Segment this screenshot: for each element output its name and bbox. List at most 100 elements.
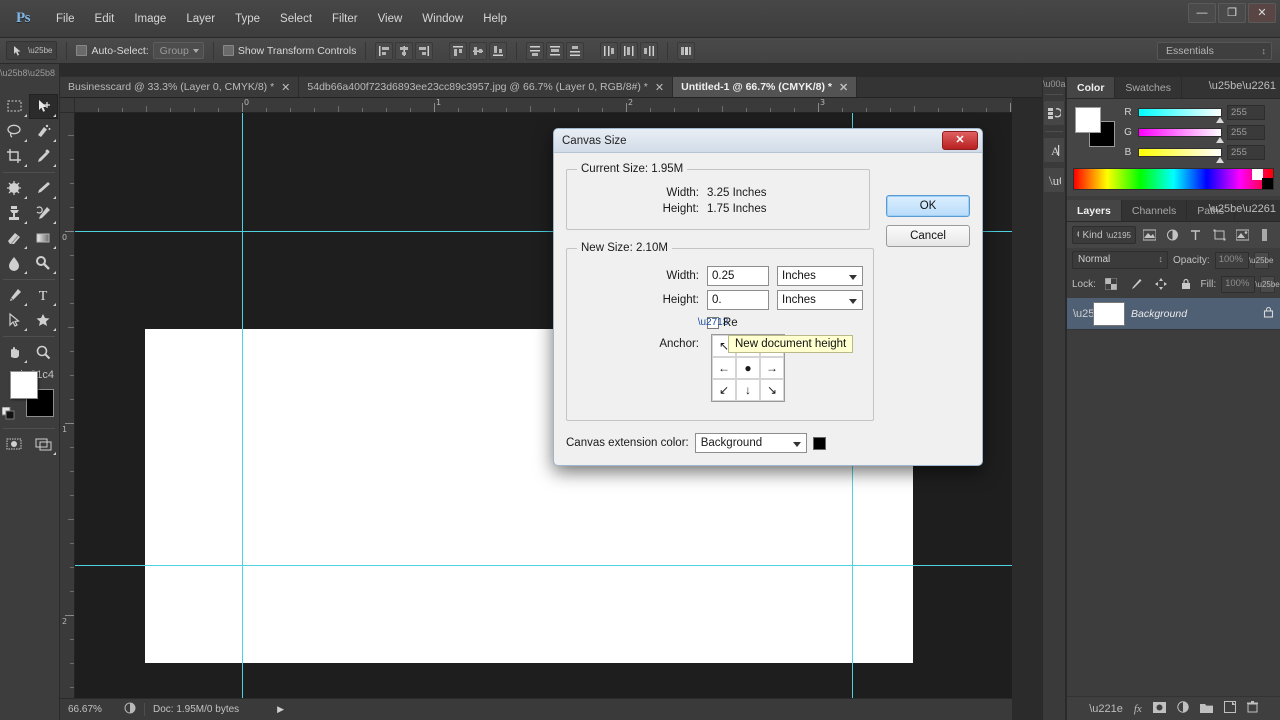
lock-transparent-pixels-icon[interactable]	[1101, 275, 1121, 293]
opacity-dropdown-icon[interactable]: \u25be	[1249, 251, 1273, 269]
anchor-bottom-left[interactable]: ↙	[712, 379, 736, 401]
tab-layers[interactable]: Layers	[1067, 200, 1122, 221]
dodge-tool[interactable]	[29, 251, 58, 276]
document-tab-jpg[interactable]: 54db66a400f723d6893ee23cc89c3957.jpg @ 6…	[299, 76, 674, 97]
eye-icon[interactable]: \u25c9	[1073, 308, 1106, 320]
link-layers-icon[interactable]: \u221e	[1089, 703, 1123, 715]
anchor-middle-right[interactable]: →	[760, 357, 784, 379]
horizontal-ruler[interactable]: 01234	[75, 98, 1012, 113]
layers-panel-menu-icon[interactable]: \u25be\u2261	[1209, 204, 1276, 215]
distribute-right-edges-icon[interactable]	[640, 41, 659, 60]
custom-shape-tool[interactable]	[29, 308, 58, 333]
channel-g-value[interactable]: 255	[1227, 125, 1265, 140]
show-transform-controls-checkbox[interactable]	[222, 45, 234, 56]
distribute-left-edges-icon[interactable]	[600, 41, 619, 60]
add-layer-mask-icon[interactable]	[1152, 701, 1166, 716]
close-icon[interactable]: ✕	[839, 81, 848, 94]
brush-tool[interactable]	[29, 176, 58, 201]
opacity-value[interactable]: 100%	[1214, 251, 1249, 269]
lock-image-pixels-icon[interactable]	[1126, 275, 1146, 293]
document-tab-businesscard[interactable]: Businesscard @ 33.3% (Layer 0, CMYK/8) *…	[60, 76, 300, 97]
menu-view[interactable]: View	[368, 9, 413, 29]
tab-color[interactable]: Color	[1067, 77, 1116, 98]
fill-dropdown-icon[interactable]: \u25be	[1255, 275, 1280, 293]
auto-select-checkbox[interactable]	[76, 45, 88, 56]
default-colors-icon[interactable]	[1, 406, 15, 423]
document-tab-untitled-1[interactable]: Untitled-1 @ 66.7% (CMYK/8) * ✕	[673, 76, 858, 97]
minimize-button[interactable]: —	[1188, 3, 1216, 23]
new-height-unit-dropdown[interactable]: Inches	[777, 290, 863, 310]
filter-type-layers-icon[interactable]	[1186, 226, 1205, 244]
filter-pixel-layers-icon[interactable]	[1140, 226, 1159, 244]
zoom-tool[interactable]	[29, 340, 58, 365]
dialog-close-button[interactable]: ✕	[942, 131, 978, 150]
align-bottom-edges-icon[interactable]	[489, 41, 508, 60]
align-left-edges-icon[interactable]	[375, 41, 394, 60]
align-horizontal-centers-icon[interactable]	[395, 41, 414, 60]
dialog-title-bar[interactable]: Canvas Size ✕	[554, 129, 982, 153]
marquee-tool[interactable]	[0, 94, 29, 119]
menu-image[interactable]: Image	[124, 9, 176, 29]
auto-select-scope-dropdown[interactable]: Group	[152, 42, 204, 59]
foreground-color-swatch[interactable]	[10, 371, 38, 399]
ok-button[interactable]: OK	[886, 195, 970, 217]
canvas-extension-dropdown[interactable]: Background	[694, 433, 807, 453]
color-spectrum-ramp[interactable]	[1073, 168, 1274, 190]
pen-tool[interactable]	[0, 283, 29, 308]
channel-b-value[interactable]: 255	[1227, 145, 1265, 160]
menu-file[interactable]: File	[46, 9, 85, 29]
tab-channels[interactable]: Channels	[1122, 200, 1188, 221]
anchor-middle-left[interactable]: ←	[712, 357, 736, 379]
distribute-top-edges-icon[interactable]	[526, 41, 545, 60]
eyedropper-tool[interactable]	[29, 144, 58, 169]
close-button[interactable]: ✕	[1248, 3, 1276, 23]
character-panel-icon[interactable]: A	[1043, 137, 1065, 163]
type-tool[interactable]: T	[29, 283, 58, 308]
blend-mode-dropdown[interactable]: Normal	[1072, 251, 1168, 269]
align-top-edges-icon[interactable]	[449, 41, 468, 60]
channel-r-slider[interactable]	[1138, 108, 1224, 123]
status-expand-icon[interactable]: ▶	[277, 704, 284, 715]
rail-collapse-icon[interactable]: \u00ab	[1043, 77, 1071, 89]
layer-style-fx-icon[interactable]: fx	[1134, 703, 1142, 715]
close-icon[interactable]: ✕	[281, 81, 290, 94]
quick-mask-icon[interactable]	[0, 432, 29, 457]
anchor-center[interactable]: ●	[736, 357, 760, 379]
paragraph-panel-icon[interactable]: \u00b6	[1043, 167, 1065, 193]
move-tool[interactable]	[29, 94, 58, 119]
filter-toggle-icon[interactable]	[1256, 226, 1275, 244]
blur-tool[interactable]	[0, 251, 29, 276]
eraser-tool[interactable]	[0, 226, 29, 251]
zoom-level[interactable]: 66.67%	[68, 704, 116, 715]
menu-type[interactable]: Type	[225, 9, 270, 29]
panel-menu-icon[interactable]: \u25be\u2261	[1209, 81, 1276, 92]
lock-all-icon[interactable]	[1176, 275, 1196, 293]
lock-position-icon[interactable]	[1151, 275, 1171, 293]
filter-adjustment-layers-icon[interactable]	[1163, 226, 1182, 244]
new-layer-icon[interactable]	[1223, 701, 1236, 716]
tools-panel-grip[interactable]: \u25b8\u25b8	[0, 68, 60, 82]
channel-b-slider[interactable]	[1138, 148, 1224, 163]
restore-button[interactable]: ❐	[1218, 3, 1246, 23]
menu-filter[interactable]: Filter	[322, 9, 368, 29]
channel-r-value[interactable]: 255	[1227, 105, 1265, 120]
history-brush-tool[interactable]	[29, 201, 58, 226]
cancel-button[interactable]: Cancel	[886, 225, 970, 247]
adjustment-layer-icon[interactable]	[1177, 701, 1189, 716]
anchor-bottom-right[interactable]: ↘	[760, 379, 784, 401]
new-group-icon[interactable]	[1199, 702, 1213, 716]
new-height-input[interactable]	[707, 290, 769, 310]
hand-tool[interactable]	[0, 340, 29, 365]
lasso-tool[interactable]	[0, 119, 29, 144]
auto-align-layers-icon[interactable]	[677, 41, 696, 60]
proof-colors-icon[interactable]	[124, 702, 136, 717]
filter-smart-objects-icon[interactable]	[1233, 226, 1252, 244]
distribute-bottom-edges-icon[interactable]	[566, 41, 585, 60]
menu-select[interactable]: Select	[270, 9, 322, 29]
new-width-input[interactable]	[707, 266, 769, 286]
filter-shape-layers-icon[interactable]	[1210, 226, 1229, 244]
align-vertical-centers-icon[interactable]	[469, 41, 488, 60]
active-tool-preset[interactable]: \u25be	[6, 41, 58, 60]
history-icon[interactable]	[1043, 100, 1065, 126]
delete-layer-icon[interactable]	[1246, 701, 1258, 716]
